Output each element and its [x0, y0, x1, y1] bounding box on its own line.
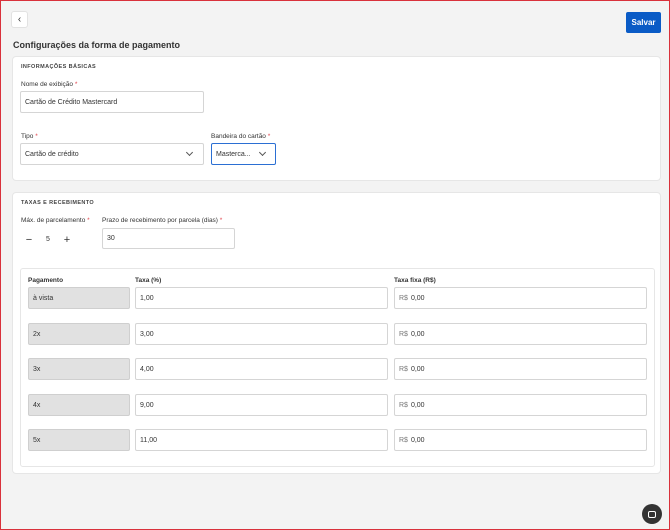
- brand-label: Bandeira do cartão *: [211, 133, 271, 140]
- back-button[interactable]: ‹: [11, 11, 28, 28]
- decrement-button[interactable]: −: [22, 232, 36, 248]
- payment-cell: 2x: [28, 323, 130, 345]
- rate-input[interactable]: 3,00: [135, 323, 388, 345]
- payment-cell: 5x: [28, 429, 130, 451]
- display-name-label: Nome de exibição *: [21, 81, 78, 88]
- max-installments-value[interactable]: 5: [46, 236, 50, 243]
- fixed-fee-input[interactable]: R$ 0,00: [394, 323, 647, 345]
- fixed-fee-input[interactable]: R$ 0,00: [394, 429, 647, 451]
- currency-prefix: R$: [399, 330, 408, 338]
- fixed-fee-input[interactable]: R$ 0,00: [394, 394, 647, 416]
- max-installments-label: Máx. de parcelamento *: [21, 217, 90, 224]
- save-button[interactable]: Salvar: [626, 12, 661, 33]
- rate-input[interactable]: 9,00: [135, 394, 388, 416]
- currency-prefix: R$: [399, 365, 408, 373]
- column-header-payment: Pagamento: [28, 277, 64, 284]
- display-name-input[interactable]: Cartão de Crédito Mastercard: [20, 91, 204, 113]
- payment-cell: 3x: [28, 358, 130, 380]
- page-title: Configurações da forma de pagamento: [13, 40, 181, 50]
- fixed-fee-input[interactable]: R$ 0,00: [394, 358, 647, 380]
- payment-cell: à vista: [28, 287, 130, 309]
- rate-input[interactable]: 4,00: [135, 358, 388, 380]
- rate-input[interactable]: 1,00: [135, 287, 388, 309]
- chat-icon: [648, 510, 656, 518]
- basic-info-section-title: INFORMAÇÕES BÁSICAS: [21, 64, 97, 70]
- currency-prefix: R$: [399, 294, 408, 302]
- type-select[interactable]: Cartão de crédito: [20, 143, 204, 165]
- currency-prefix: R$: [399, 436, 408, 444]
- increment-button[interactable]: +: [60, 232, 74, 248]
- receive-term-label: Prazo de recebimento por parcela (dias) …: [102, 217, 223, 224]
- fees-section-title: TAXAS E RECEBIMENTO: [21, 200, 95, 206]
- column-header-fixed: Taxa fixa (R$): [394, 277, 436, 284]
- currency-prefix: R$: [399, 401, 408, 409]
- column-header-rate: Taxa (%): [135, 277, 162, 284]
- payment-cell: 4x: [28, 394, 130, 416]
- rate-input[interactable]: 11,00: [135, 429, 388, 451]
- chevron-left-icon: ‹: [17, 14, 22, 25]
- receive-term-input[interactable]: 30: [102, 228, 235, 249]
- brand-select[interactable]: Masterca...: [211, 143, 276, 165]
- chat-button[interactable]: [642, 504, 662, 524]
- fixed-fee-input[interactable]: R$ 0,00: [394, 287, 647, 309]
- type-label: Tipo *: [21, 133, 38, 140]
